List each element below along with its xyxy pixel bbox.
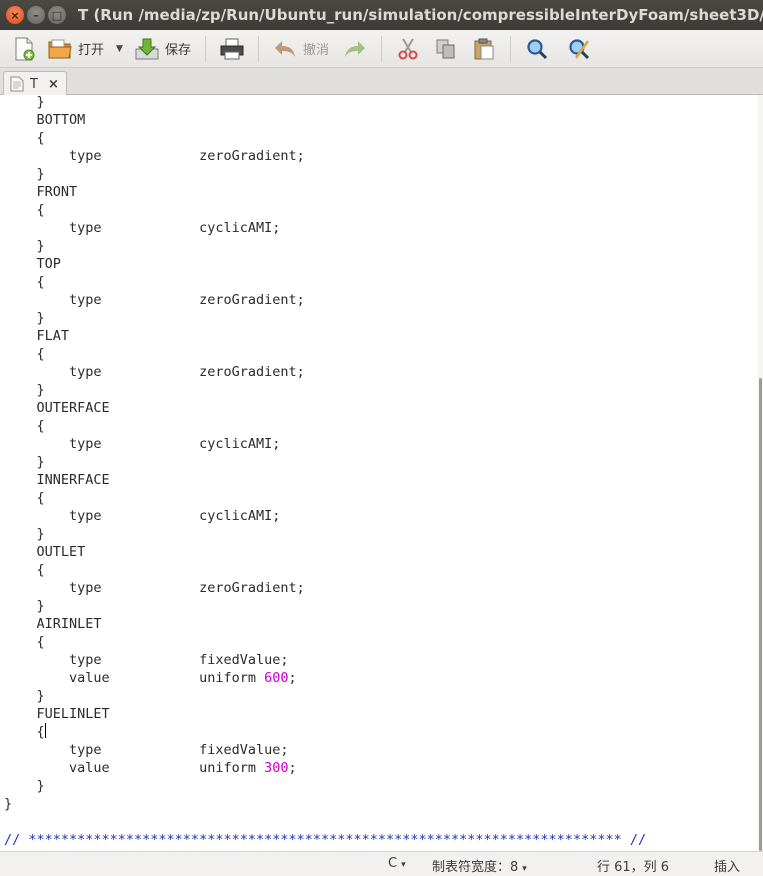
code-line[interactable]: } <box>4 453 646 471</box>
copy-button[interactable] <box>430 33 462 65</box>
window-controls: × – □ <box>0 6 66 24</box>
find-replace-icon <box>567 37 591 61</box>
language-label: C <box>388 856 398 871</box>
new-document-icon <box>12 37 36 61</box>
title-bar: × – □ T (Run /media/zp/Run/Ubuntu_run/si… <box>0 0 763 30</box>
tab-width-selector[interactable]: 制表符宽度：8 ▾ <box>432 856 527 875</box>
tab-width-label: 制表符宽度：8 <box>432 860 519 875</box>
undo-button[interactable]: 撤消 <box>269 33 333 65</box>
code-line[interactable]: } <box>4 237 646 255</box>
toolbar-separator <box>204 35 206 62</box>
toolbar-separator <box>380 35 382 62</box>
text-editor[interactable]: } BOTTOM { type zeroGradient; } FRONT { … <box>0 95 758 851</box>
code-line[interactable]: type cyclicAMI; <box>4 435 646 453</box>
code-line[interactable]: type zeroGradient; <box>4 291 646 309</box>
scissors-icon <box>396 37 420 61</box>
code-line[interactable]: { <box>4 417 646 435</box>
code-line[interactable]: FUELINLET <box>4 705 646 723</box>
code-line[interactable]: { <box>4 723 646 741</box>
language-selector[interactable]: C ▾ <box>388 856 406 871</box>
code-line[interactable]: } <box>4 95 646 111</box>
code-line[interactable]: } <box>4 381 646 399</box>
replace-button[interactable] <box>563 33 595 65</box>
code-line[interactable]: value uniform 600; <box>4 669 646 687</box>
code-line[interactable]: type zeroGradient; <box>4 147 646 165</box>
code-line[interactable]: OUTLET <box>4 543 646 561</box>
open-button[interactable]: 打开 <box>44 33 108 65</box>
tab-strip: T × <box>0 68 763 96</box>
code-line[interactable]: AIRINLET <box>4 615 646 633</box>
copy-icon <box>434 37 458 61</box>
redo-icon <box>343 37 367 61</box>
save-button[interactable]: 保存 <box>131 33 195 65</box>
vertical-scrollbar[interactable] <box>758 95 763 851</box>
printer-icon <box>220 37 244 61</box>
undo-label: 撤消 <box>302 43 329 58</box>
code-line[interactable]: } <box>4 795 646 813</box>
toolbar: 打开 ▼ 保存 撤消 <box>0 30 763 68</box>
code-line[interactable]: { <box>4 345 646 363</box>
code-line[interactable]: type zeroGradient; <box>4 579 646 597</box>
code-line[interactable]: type fixedValue; <box>4 651 646 669</box>
code-line[interactable]: FLAT <box>4 327 646 345</box>
search-icon <box>525 37 549 61</box>
save-icon <box>135 37 159 61</box>
code-line[interactable]: } <box>4 165 646 183</box>
code-line[interactable]: BOTTOM <box>4 111 646 129</box>
window-minimize-button[interactable]: – <box>27 6 45 24</box>
status-bar: C ▾ 制表符宽度：8 ▾ 行 61，列 6 插入 <box>0 851 763 876</box>
redo-button[interactable] <box>339 33 371 65</box>
code-line[interactable]: type cyclicAMI; <box>4 507 646 525</box>
toolbar-separator <box>257 35 259 62</box>
open-recent-dropdown[interactable]: ▼ <box>116 44 123 54</box>
code-line[interactable]: { <box>4 201 646 219</box>
code-line[interactable] <box>4 813 646 831</box>
code-line[interactable]: value uniform 300; <box>4 759 646 777</box>
chevron-down-icon: ▾ <box>522 864 527 874</box>
code-line[interactable]: { <box>4 489 646 507</box>
open-label: 打开 <box>78 43 105 58</box>
document-icon <box>10 76 24 92</box>
code-line[interactable]: { <box>4 129 646 147</box>
code-line[interactable]: } <box>4 309 646 327</box>
code-line[interactable]: INNERFACE <box>4 471 646 489</box>
folder-icon <box>48 37 72 61</box>
code-line[interactable]: TOP <box>4 255 646 273</box>
code-line[interactable]: FRONT <box>4 183 646 201</box>
code-line[interactable]: } <box>4 777 646 795</box>
text-caret <box>44 723 46 738</box>
insert-mode: 插入 <box>714 860 741 875</box>
code-line[interactable]: type cyclicAMI; <box>4 219 646 237</box>
code-line[interactable]: // *************************************… <box>4 831 646 849</box>
new-button[interactable] <box>8 33 40 65</box>
code-line[interactable]: } <box>4 687 646 705</box>
tab-document-t[interactable]: T × <box>3 71 67 96</box>
code-line[interactable]: } <box>4 525 646 543</box>
save-label: 保存 <box>164 43 191 58</box>
paste-button[interactable] <box>468 33 500 65</box>
code-content[interactable]: } BOTTOM { type zeroGradient; } FRONT { … <box>4 95 646 849</box>
cut-button[interactable] <box>392 33 424 65</box>
code-line[interactable]: { <box>4 633 646 651</box>
window-title: T (Run /media/zp/Run/Ubuntu_run/simulati… <box>78 6 763 24</box>
window-maximize-button[interactable]: □ <box>48 6 66 24</box>
code-line[interactable]: } <box>4 597 646 615</box>
code-line[interactable]: type fixedValue; <box>4 741 646 759</box>
tab-title: T <box>30 76 38 92</box>
code-line[interactable]: type zeroGradient; <box>4 363 646 381</box>
cursor-position: 行 61，列 6 <box>597 860 670 875</box>
toolbar-separator <box>509 35 511 62</box>
find-button[interactable] <box>521 33 553 65</box>
scrollbar-thumb[interactable] <box>759 378 762 851</box>
undo-icon <box>273 37 297 61</box>
code-line[interactable]: { <box>4 561 646 579</box>
window-close-button[interactable]: × <box>6 6 24 24</box>
clipboard-icon <box>472 37 496 61</box>
code-line[interactable]: OUTERFACE <box>4 399 646 417</box>
tab-close-icon[interactable]: × <box>48 77 59 92</box>
code-line[interactable]: { <box>4 273 646 291</box>
chevron-down-icon: ▾ <box>401 860 406 870</box>
print-button[interactable] <box>216 33 248 65</box>
